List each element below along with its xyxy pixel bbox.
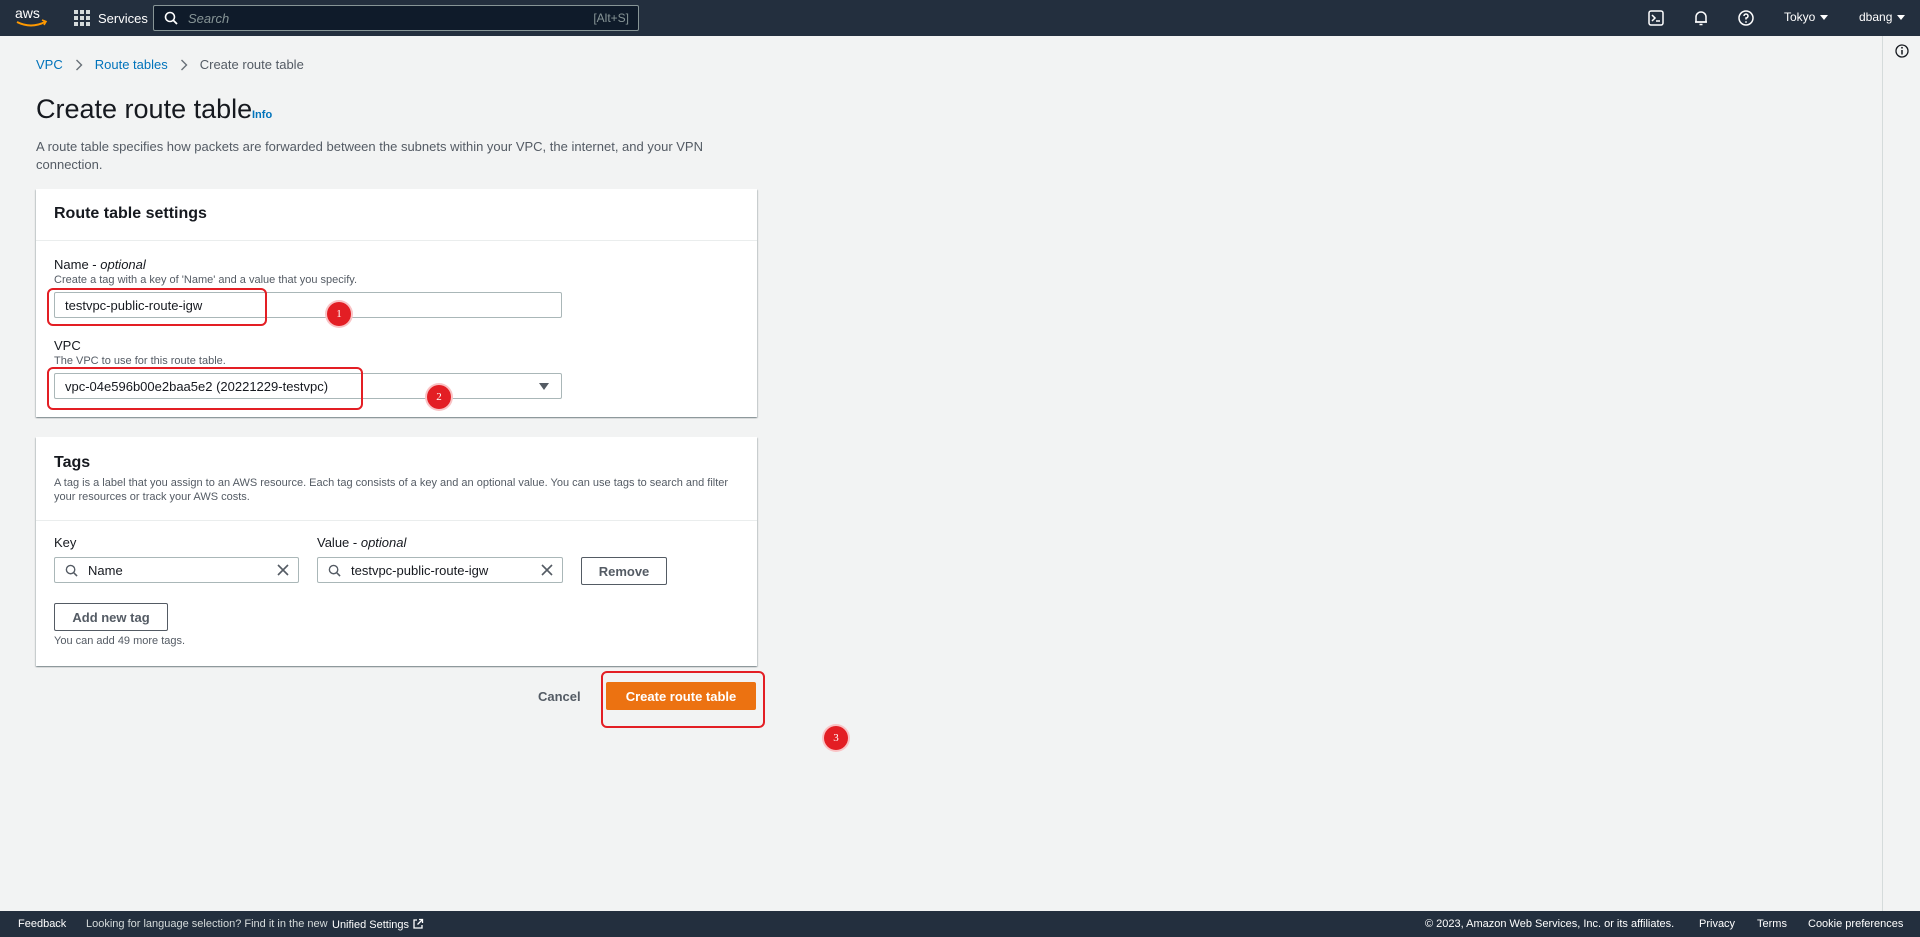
help-icon[interactable] (1737, 9, 1755, 27)
privacy-link[interactable]: Privacy (1699, 918, 1735, 930)
search-shortcut: [Alt+S] (593, 11, 629, 25)
region-selector[interactable]: Tokyo (1784, 10, 1829, 24)
vpc-label: VPC (54, 338, 81, 353)
name-label: Name - optional (54, 257, 146, 272)
tags-heading: Tags (54, 454, 91, 471)
language-text: Looking for language selection? Find it … (86, 918, 328, 930)
feedback-link[interactable]: Feedback (18, 918, 66, 930)
page-description: A route table specifies how packets are … (36, 139, 703, 172)
tag-value-label: Value - optional (317, 535, 407, 550)
footer: Feedback Looking for language selection?… (0, 911, 1920, 937)
caret-down-icon (539, 382, 549, 390)
chevron-down-icon (1897, 14, 1906, 20)
breadcrumb-current: Create route table (199, 57, 304, 72)
tag-key-input[interactable]: Name (54, 557, 299, 583)
search-icon (328, 564, 341, 577)
annotation-highlight-name (47, 288, 267, 326)
cloudshell-icon[interactable] (1647, 9, 1665, 27)
annotation-highlight-create (601, 671, 765, 728)
tag-value-value: testvpc-public-route-igw (351, 562, 489, 578)
breadcrumb: VPC Route tables Create route table (36, 57, 304, 72)
region-label: Tokyo (1784, 10, 1816, 24)
tag-limit-text: You can add 49 more tags. (54, 635, 186, 647)
name-hint: Create a tag with a key of 'Name' and a … (54, 274, 357, 286)
tag-value-input[interactable]: testvpc-public-route-igw (317, 557, 563, 583)
services-menu-button[interactable]: Services (74, 7, 148, 29)
tags-description: A tag is a label that you assign to an A… (54, 477, 729, 503)
account-menu[interactable]: dbang (1859, 10, 1906, 24)
tag-value-optional: optional (360, 535, 407, 550)
info-panel-icon[interactable] (1895, 44, 1909, 58)
top-navigation: aws Services Search [Alt+S] Tokyo dbang (0, 0, 1920, 36)
annotation-highlight-vpc (47, 367, 363, 410)
terms-link[interactable]: Terms (1757, 918, 1787, 930)
breadcrumb-vpc[interactable]: VPC (36, 57, 63, 72)
search-icon (65, 564, 78, 577)
breadcrumb-route-tables[interactable]: Route tables (95, 57, 168, 72)
aws-logo[interactable]: aws (14, 4, 48, 30)
unified-settings-link[interactable]: Unified Settings (332, 918, 424, 931)
search-icon (164, 11, 178, 25)
svg-text:aws: aws (15, 5, 40, 21)
cookie-preferences-link[interactable]: Cookie preferences (1808, 918, 1903, 930)
info-link[interactable]: Info (252, 109, 272, 121)
services-grid-icon (74, 10, 90, 26)
chevron-down-icon (1820, 14, 1829, 20)
utility-rail (1882, 36, 1920, 911)
cancel-button[interactable]: Cancel (538, 689, 581, 704)
notifications-bell-icon[interactable] (1692, 9, 1710, 27)
tag-key-label: Key (54, 535, 77, 550)
tags-header: Tags A tag is a label that you assign to… (36, 437, 757, 521)
external-link-icon (413, 918, 424, 929)
annotation-marker-3: 3 (824, 726, 848, 750)
annotation-marker-2: 2 (427, 385, 451, 409)
tag-key-value: Name (88, 562, 123, 578)
settings-header: Route table settings (36, 189, 757, 241)
account-label: dbang (1859, 10, 1893, 24)
settings-heading: Route table settings (54, 205, 207, 222)
add-new-tag-button[interactable]: Add new tag (54, 603, 168, 631)
clear-icon[interactable] (540, 563, 554, 577)
services-label: Services (98, 10, 148, 26)
clear-icon[interactable] (276, 563, 290, 577)
tags-panel: Tags A tag is a label that you assign to… (36, 437, 757, 666)
global-search-input[interactable]: Search [Alt+S] (153, 5, 639, 31)
copyright-text: © 2023, Amazon Web Services, Inc. or its… (1425, 918, 1675, 930)
page-title: Create route table (36, 94, 253, 124)
name-optional: optional (100, 257, 146, 272)
remove-tag-button[interactable]: Remove (581, 557, 667, 585)
chevron-right-icon (180, 59, 188, 70)
search-placeholder: Search (188, 10, 230, 26)
annotation-marker-1: 1 (327, 302, 351, 326)
chevron-right-icon (75, 59, 83, 70)
vpc-hint: The VPC to use for this route table. (54, 355, 226, 367)
